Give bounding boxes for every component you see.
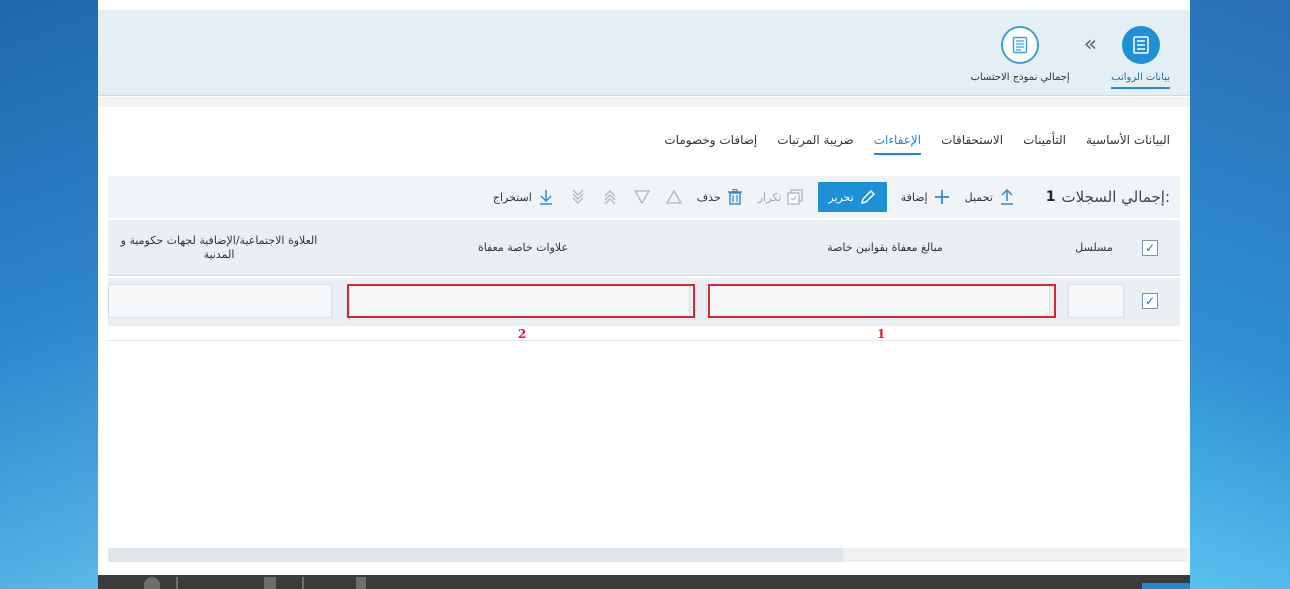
row-divider: [108, 340, 1180, 341]
annotation-marker-2: 2: [518, 327, 527, 341]
highlight-box-1: [708, 284, 1056, 318]
taskbar-icon-2[interactable]: [264, 577, 276, 589]
tab-bar: البيانات الأساسية التأمينات الاستحقاقات …: [664, 133, 1170, 155]
document-icon: [1001, 26, 1040, 64]
edit-button[interactable]: تحرير: [818, 182, 887, 212]
section-gap: [98, 97, 1190, 107]
move-down-icon[interactable]: [633, 188, 651, 206]
records-total: إجمالي السجلات: 1: [1046, 188, 1170, 206]
tab-entitlements[interactable]: الاستحقاقات: [941, 133, 1003, 155]
social-allowance-field[interactable]: [108, 284, 332, 318]
records-total-label: إجمالي السجلات:: [1061, 188, 1170, 206]
column-header-special-allowances: علاوات خاصة معفاة: [477, 241, 569, 254]
step-label-salary-data: بيانات الرواتب: [1111, 72, 1170, 89]
column-header-special-law-amounts: مبالغ معفاة بقوانين خاصة: [827, 241, 943, 254]
records-total-count: 1: [1045, 189, 1056, 205]
move-up-icon[interactable]: [665, 188, 683, 206]
serial-field[interactable]: [1068, 284, 1124, 318]
pencil-icon: [859, 188, 877, 206]
select-all-checkbox[interactable]: ✓: [1142, 240, 1158, 256]
column-header-social-allowance: العلاوة الاجتماعية/الإضافية لجهات حكومية…: [120, 234, 318, 261]
duplicate-icon: [786, 188, 804, 206]
grid-toolbar: إجمالي السجلات: 1 تحميل إضافة تحرير تكرا…: [108, 176, 1180, 218]
taskbar-icon-1[interactable]: [144, 577, 160, 589]
export-label: استخراج: [492, 190, 532, 204]
upload-icon: [998, 188, 1016, 206]
step-label-calculation-summary: إجمالي نموذج الاحتساب: [970, 72, 1070, 83]
add-label: إضافة: [900, 190, 928, 204]
duplicate-label: تكرار: [757, 190, 782, 204]
taskbar-icon-3[interactable]: [356, 577, 366, 589]
move-top-icon[interactable]: [601, 188, 619, 206]
step-salary-data[interactable]: بيانات الرواتب: [1111, 26, 1170, 89]
taskbar-active-indicator: [1142, 583, 1190, 589]
plus-icon: [933, 188, 951, 206]
app-window: بيانات الرواتب « إجمالي نموذج الاحتساب ا: [98, 0, 1190, 575]
wizard-steps: بيانات الرواتب « إجمالي نموذج الاحتساب: [970, 26, 1170, 89]
upload-label: تحميل: [964, 190, 993, 204]
upload-button[interactable]: تحميل: [965, 188, 1016, 206]
highlight-box-2: [347, 284, 695, 318]
tab-insurance[interactable]: التأمينات: [1023, 133, 1066, 155]
add-button[interactable]: إضافة: [901, 188, 951, 206]
horizontal-scrollbar[interactable]: [108, 548, 1188, 562]
desktop-background-left: [0, 0, 98, 589]
grid-header-row: ✓ مسلسل مبالغ معفاة بقوانين خاصة علاوات …: [108, 220, 1180, 276]
tab-basic-data[interactable]: البيانات الأساسية: [1086, 133, 1170, 155]
delete-label: حذف: [696, 190, 721, 204]
taskbar: [98, 575, 1190, 589]
delete-button[interactable]: حذف: [697, 188, 744, 206]
taskbar-divider-1: [176, 577, 178, 589]
step-calculation-summary[interactable]: إجمالي نموذج الاحتساب: [970, 26, 1070, 87]
wizard-header: بيانات الرواتب « إجمالي نموذج الاحتساب: [98, 10, 1190, 96]
duplicate-button[interactable]: تكرار: [758, 188, 805, 206]
row-checkbox[interactable]: ✓: [1142, 293, 1158, 309]
top-band: [98, 0, 1190, 10]
desktop-background-right: [1190, 0, 1290, 589]
download-icon: [537, 188, 555, 206]
edit-label: تحرير: [828, 190, 854, 204]
column-header-serial: مسلسل: [1075, 241, 1113, 254]
tab-exemptions[interactable]: الإعفاءات: [873, 133, 922, 155]
chevron-double-left-icon: «: [1083, 32, 1098, 57]
scrollbar-thumb[interactable]: [108, 548, 843, 562]
tab-additions-deductions[interactable]: إضافات وخصومات: [664, 133, 757, 155]
list-icon: [1121, 26, 1160, 64]
tab-salary-tax[interactable]: ضريبة المرتبات: [777, 133, 853, 155]
annotation-marker-1: 1: [877, 327, 886, 341]
move-bottom-icon[interactable]: [569, 188, 587, 206]
taskbar-divider-2: [302, 577, 304, 589]
trash-icon: [726, 188, 744, 206]
export-button[interactable]: استخراج: [493, 188, 555, 206]
